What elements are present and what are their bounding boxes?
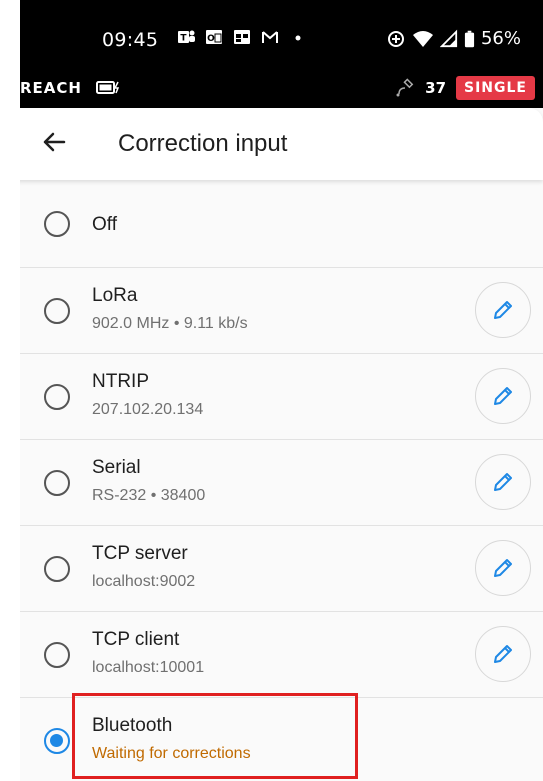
status-right-icons: 56% bbox=[386, 28, 521, 49]
pencil-icon bbox=[494, 645, 512, 663]
radio-ntrip[interactable] bbox=[44, 384, 70, 410]
option-label: Bluetooth bbox=[92, 715, 173, 736]
radio-tcp-server[interactable] bbox=[44, 556, 70, 582]
battery-icon bbox=[464, 30, 475, 47]
edit-lora-button[interactable] bbox=[475, 282, 531, 338]
edit-tcp-client-button[interactable] bbox=[475, 626, 531, 682]
pencil-icon bbox=[494, 387, 512, 405]
calendar-icon bbox=[232, 27, 252, 47]
status-time: 09:45 bbox=[102, 29, 159, 51]
svg-text:O: O bbox=[207, 34, 215, 44]
radio-tcp-client[interactable] bbox=[44, 642, 70, 668]
radio-serial[interactable] bbox=[44, 470, 70, 496]
option-detail: localhost:10001 bbox=[92, 659, 205, 676]
pencil-icon bbox=[494, 473, 512, 491]
option-label: Serial bbox=[92, 457, 141, 478]
radio-bluetooth[interactable] bbox=[44, 728, 70, 754]
option-status: Waiting for corrections bbox=[92, 745, 251, 762]
pencil-icon bbox=[494, 301, 512, 319]
correction-input-list: Off LoRa 902.0 MHz • 9.11 kb/s NTRIP 207… bbox=[20, 180, 543, 781]
edit-ntrip-button[interactable] bbox=[475, 368, 531, 424]
page-header: Correction input bbox=[20, 108, 543, 180]
edit-tcp-server-button[interactable] bbox=[475, 540, 531, 596]
device-status-right: 37 SINGLE bbox=[395, 76, 535, 100]
data-saver-icon bbox=[387, 30, 404, 47]
screenshot-frame: 09:45 T O 56% REACH 37 SINGLE Correction… bbox=[0, 0, 543, 781]
option-label: Off bbox=[92, 214, 117, 235]
option-off[interactable]: Off bbox=[20, 180, 543, 268]
notification-icons: T O bbox=[176, 27, 308, 47]
option-tcp-server[interactable]: TCP server localhost:9002 bbox=[20, 526, 543, 612]
pencil-icon bbox=[494, 559, 512, 577]
radio-lora[interactable] bbox=[44, 298, 70, 324]
outlook-icon: O bbox=[204, 27, 224, 47]
option-tcp-client[interactable]: TCP client localhost:10001 bbox=[20, 612, 543, 698]
battery-percent: 56% bbox=[480, 28, 521, 49]
option-serial[interactable]: Serial RS-232 • 38400 bbox=[20, 440, 543, 526]
device-name: REACH bbox=[20, 79, 82, 97]
edit-serial-button[interactable] bbox=[475, 454, 531, 510]
gmail-icon bbox=[260, 27, 280, 47]
status-bar: 09:45 T O 56% bbox=[20, 0, 543, 68]
page-title: Correction input bbox=[118, 130, 288, 157]
option-label: NTRIP bbox=[92, 371, 149, 392]
option-bluetooth[interactable]: Bluetooth Waiting for corrections bbox=[20, 698, 543, 781]
option-lora[interactable]: LoRa 902.0 MHz • 9.11 kb/s bbox=[20, 268, 543, 354]
option-label: TCP server bbox=[92, 543, 188, 564]
option-ntrip[interactable]: NTRIP 207.102.20.134 bbox=[20, 354, 543, 440]
teams-icon: T bbox=[176, 27, 196, 47]
option-label: TCP client bbox=[92, 629, 180, 650]
option-detail: localhost:9002 bbox=[92, 573, 196, 590]
option-label: LoRa bbox=[92, 285, 138, 306]
device-status-bar: REACH 37 SINGLE bbox=[20, 68, 543, 108]
phone-screen: 09:45 T O 56% REACH 37 SINGLE Correction… bbox=[20, 0, 543, 781]
radio-off[interactable] bbox=[44, 211, 70, 237]
back-arrow-icon[interactable] bbox=[40, 128, 68, 156]
dot-icon bbox=[288, 27, 308, 47]
satellite-icon bbox=[396, 78, 414, 97]
option-detail: 207.102.20.134 bbox=[92, 401, 204, 418]
wifi-icon bbox=[412, 30, 433, 47]
option-detail: 902.0 MHz • 9.11 kb/s bbox=[92, 315, 248, 332]
svg-text:T: T bbox=[180, 34, 187, 44]
satellite-count: 37 bbox=[425, 79, 447, 97]
solution-mode-badge: SINGLE bbox=[456, 76, 535, 100]
option-detail: RS-232 • 38400 bbox=[92, 487, 206, 504]
cell-signal-icon bbox=[439, 29, 458, 47]
device-battery-charging-icon bbox=[96, 81, 120, 94]
